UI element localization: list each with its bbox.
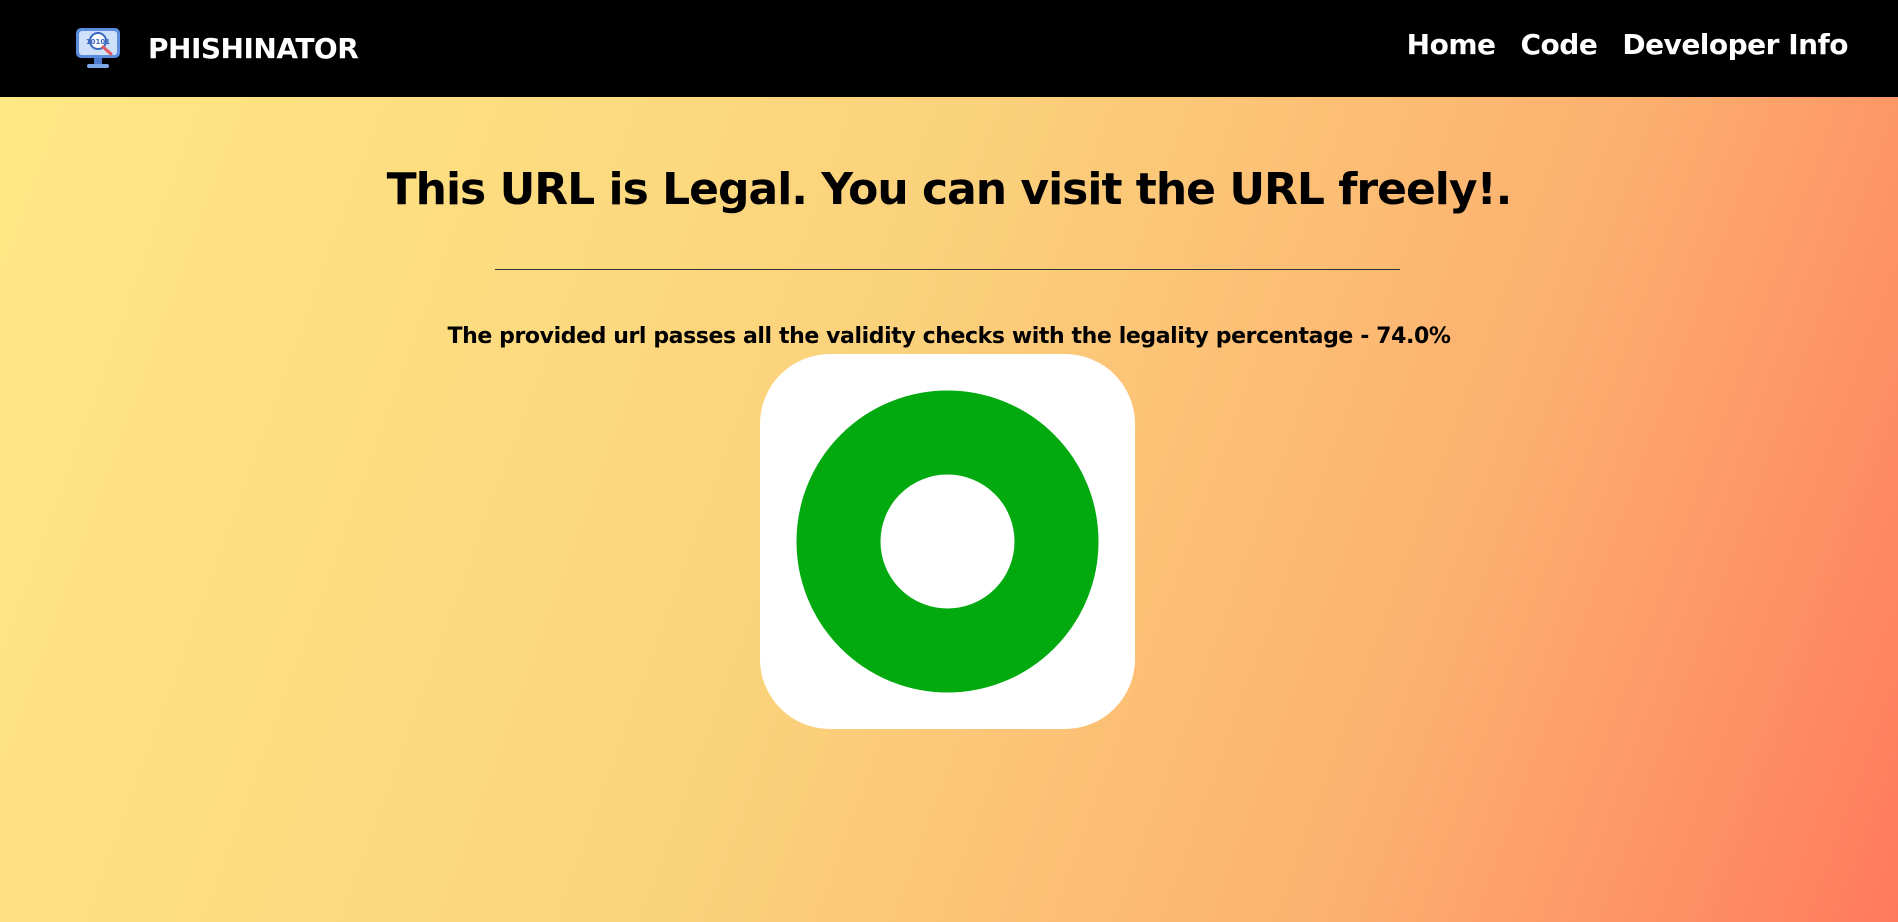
nav-links: Home Code Developer Info <box>1407 28 1849 61</box>
nav-link-code[interactable]: Code <box>1521 28 1598 61</box>
result-headline: This URL is Legal. You can visit the URL… <box>386 164 1513 215</box>
nav-link-developer-info[interactable]: Developer Info <box>1622 28 1848 61</box>
legality-message: The provided url passes all the validity… <box>447 324 1451 349</box>
status-image <box>760 354 1135 729</box>
svg-text:10101: 10101 <box>86 38 110 46</box>
divider <box>495 269 1400 270</box>
green-ring-icon <box>796 390 1099 693</box>
monitor-magnifier-icon: 10101 <box>76 28 120 68</box>
brand-link[interactable]: 10101 PHISHINATOR <box>74 24 359 72</box>
brand-name: PHISHINATOR <box>148 31 359 65</box>
nav-link-home[interactable]: Home <box>1407 28 1496 61</box>
navbar: 10101 PHISHINATOR Home Code Developer In… <box>0 0 1898 97</box>
